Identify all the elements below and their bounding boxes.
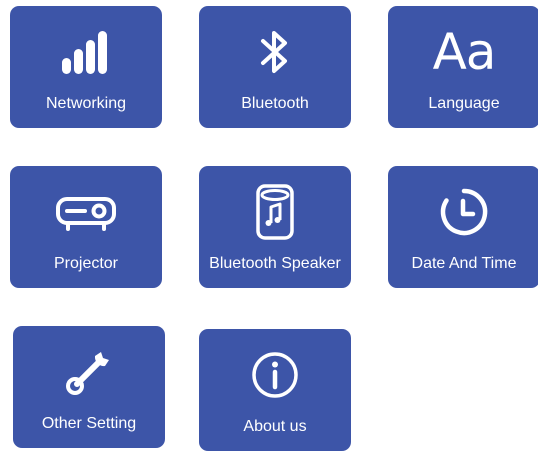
language-glyph: Aa: [432, 23, 497, 81]
date-and-time-tile[interactable]: Date And Time: [388, 166, 538, 288]
wrench-icon: [13, 344, 165, 400]
info-icon: [199, 347, 351, 403]
projector-icon: [10, 184, 162, 240]
bluetooth-label: Bluetooth: [241, 95, 309, 112]
other-setting-tile[interactable]: Other Setting: [13, 326, 165, 448]
language-label: Language: [428, 95, 500, 112]
other-setting-label: Other Setting: [41, 415, 137, 432]
bluetooth-speaker-tile[interactable]: Bluetooth Speaker: [199, 166, 351, 288]
about-us-label: About us: [243, 418, 307, 435]
date-and-time-label: Date And Time: [411, 255, 517, 272]
bluetooth-speaker-label: Bluetooth Speaker: [209, 255, 341, 272]
projector-tile[interactable]: Projector: [10, 166, 162, 288]
clock-icon: [388, 184, 538, 240]
language-tile[interactable]: Aa Language: [388, 6, 538, 128]
speaker-icon: [199, 184, 351, 240]
signal-bars-icon: [10, 24, 162, 80]
language-icon: Aa: [388, 24, 538, 80]
networking-label: Networking: [45, 95, 127, 112]
projector-label: Projector: [53, 255, 119, 272]
bluetooth-tile[interactable]: Bluetooth: [199, 6, 351, 128]
about-us-tile[interactable]: About us: [199, 329, 351, 451]
networking-tile[interactable]: Networking: [10, 6, 162, 128]
bluetooth-icon: [199, 24, 351, 80]
